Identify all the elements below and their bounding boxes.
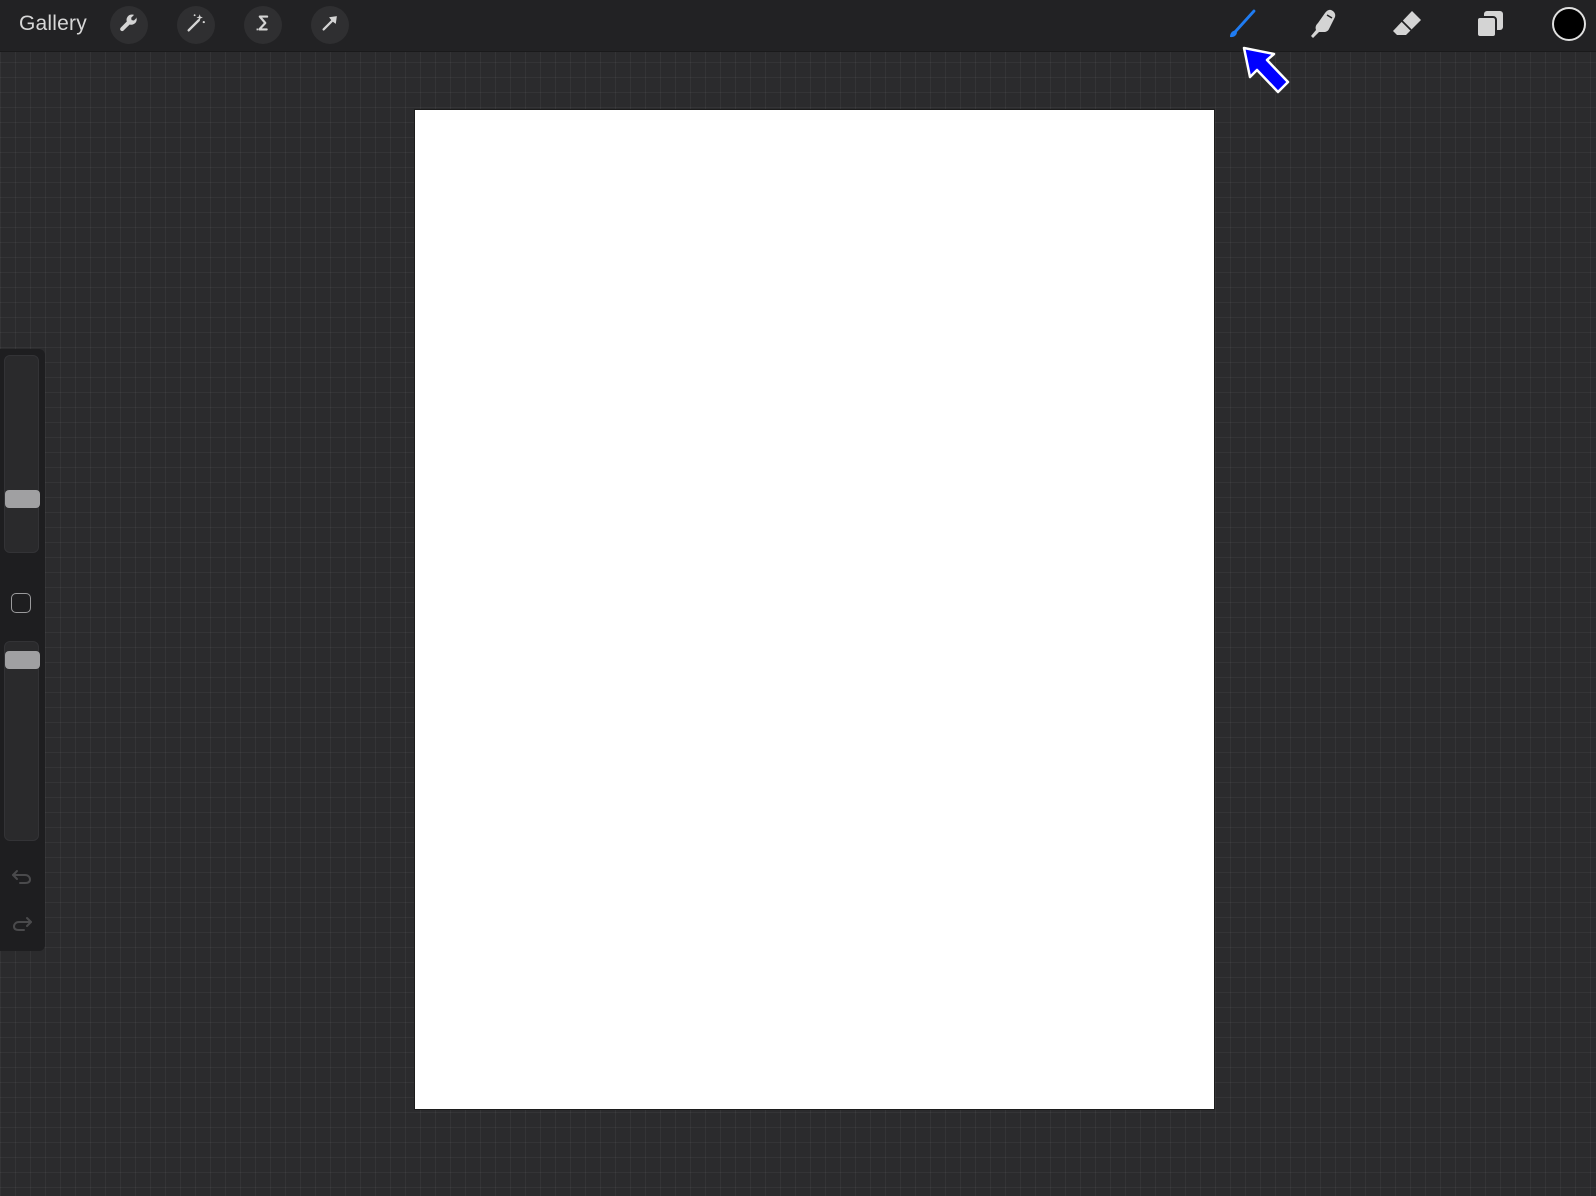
undo-button[interactable] xyxy=(10,866,34,890)
selection-button[interactable] xyxy=(244,6,282,44)
selection-s-icon xyxy=(252,12,274,39)
actions-button[interactable] xyxy=(110,6,148,44)
top-toolbar: Gallery xyxy=(0,0,1596,52)
undo-icon xyxy=(11,867,33,890)
layers-button[interactable] xyxy=(1470,6,1510,46)
eraser-tool[interactable] xyxy=(1387,6,1427,46)
sidebar-controls xyxy=(0,349,45,951)
brush-opacity-slider[interactable] xyxy=(4,641,40,841)
modifier-square-button[interactable] xyxy=(11,593,31,613)
brush-size-thumb[interactable] xyxy=(5,490,40,508)
wrench-icon xyxy=(118,12,140,39)
smudge-finger-icon xyxy=(1307,7,1341,46)
paintbrush-icon xyxy=(1224,6,1260,47)
color-button[interactable] xyxy=(1552,7,1586,41)
redo-icon xyxy=(11,914,33,937)
smudge-tool[interactable] xyxy=(1304,6,1344,46)
layers-icon xyxy=(1473,7,1507,46)
brush-opacity-thumb[interactable] xyxy=(5,651,40,669)
annotation-pointer-arrow-icon xyxy=(1240,44,1296,100)
eraser-icon xyxy=(1390,7,1424,46)
brush-tool[interactable] xyxy=(1222,6,1262,46)
adjustments-button[interactable] xyxy=(177,6,215,44)
transform-arrow-icon xyxy=(319,12,341,39)
transform-button[interactable] xyxy=(311,6,349,44)
drawing-canvas[interactable] xyxy=(415,110,1214,1109)
redo-button[interactable] xyxy=(10,913,34,937)
gallery-button[interactable]: Gallery xyxy=(19,12,87,36)
magic-wand-icon xyxy=(185,12,207,39)
brush-size-slider[interactable] xyxy=(4,355,40,553)
